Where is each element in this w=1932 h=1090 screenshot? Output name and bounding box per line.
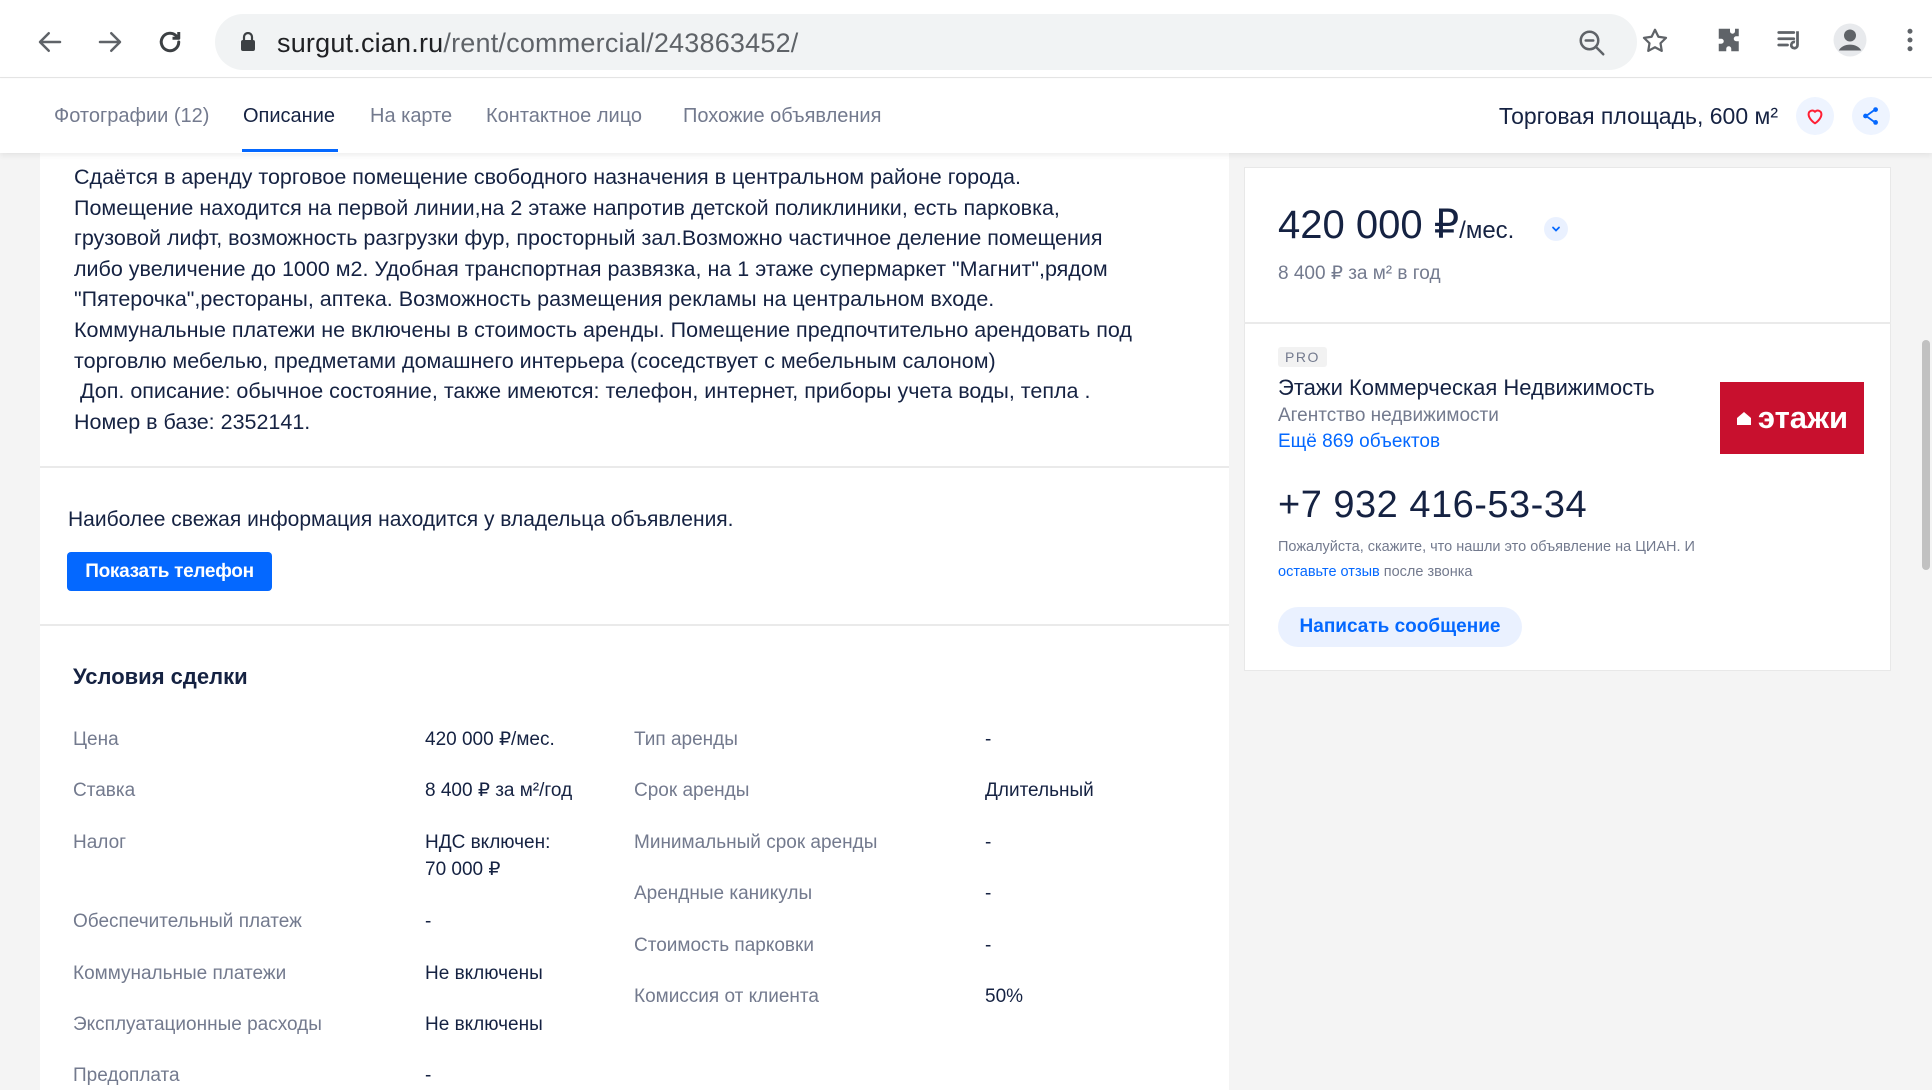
term-value: Не включены <box>425 963 543 984</box>
tab-photos[interactable]: Фотографии (12) <box>54 105 209 128</box>
agency-name[interactable]: Этажи Коммерческая Недвижимость <box>1278 375 1655 401</box>
phone-note: Пожалуйста, скажите, что нашли это объяв… <box>1278 539 1695 580</box>
more-icon[interactable] <box>1890 20 1930 60</box>
price-per-meter: 8 400 ₽ за м² в год <box>1278 263 1441 284</box>
term-label: Налог <box>73 832 127 853</box>
tab-similar[interactable]: Похожие объявления <box>683 105 881 128</box>
zoom-icon[interactable] <box>1577 28 1607 58</box>
term-value: 8 400 ₽ за м²/год <box>425 780 573 801</box>
owner-note: Наиболее свежая информация находится у в… <box>68 508 734 531</box>
section-tabs: Фотографии (12) Описание На карте Контак… <box>0 79 1932 153</box>
term-label: Обеспечительный платеж <box>73 911 302 932</box>
term-label: Стоимость парковки <box>634 935 814 956</box>
term-label: Коммунальные платежи <box>73 963 287 984</box>
chevron-down-icon[interactable] <box>1544 217 1568 241</box>
house-icon <box>1736 412 1751 425</box>
browser-toolbar: surgut.cian.ru/rent/commercial/243863452… <box>0 0 1932 78</box>
term-value: - <box>985 729 992 750</box>
url-text: surgut.cian.ru/rent/commercial/243863452… <box>277 28 799 58</box>
term-value: - <box>985 935 992 956</box>
show-phone-button[interactable]: Показать телефон <box>67 552 272 591</box>
share-icon[interactable] <box>1852 97 1890 135</box>
pro-badge: PRO <box>1278 347 1327 367</box>
divider <box>40 624 1229 626</box>
term-value: - <box>985 832 992 853</box>
write-message-button[interactable]: Написать сообщение <box>1278 607 1522 647</box>
phone-number[interactable]: +7 932 416-53-34 <box>1278 484 1587 527</box>
term-value: - <box>425 911 432 932</box>
term-value: - <box>425 1065 432 1086</box>
tab-map[interactable]: На карте <box>370 105 452 128</box>
agency-type: Агентство недвижимости <box>1278 405 1499 426</box>
term-label: Цена <box>73 729 119 750</box>
forward-arrow-icon[interactable] <box>90 22 130 62</box>
term-label: Комиссия от клиента <box>634 986 819 1007</box>
review-link[interactable]: оставьте отзыв <box>1278 564 1380 580</box>
term-label: Арендные каникулы <box>634 883 813 904</box>
tab-description[interactable]: Описание <box>243 105 335 128</box>
scrollbar[interactable] <box>1922 340 1930 570</box>
agency-logo[interactable]: этажи <box>1720 382 1864 454</box>
back-arrow-icon[interactable] <box>30 22 70 62</box>
address-bar[interactable]: surgut.cian.ru/rent/commercial/243863452… <box>215 14 1637 70</box>
card-divider <box>1244 322 1891 324</box>
term-label: Ставка <box>73 780 136 801</box>
term-value: Не включены <box>425 1014 543 1035</box>
tab-contact[interactable]: Контактное лицо <box>486 105 642 128</box>
listing-title: Торговая площадь, 600 м² <box>1498 103 1778 129</box>
media-icon[interactable] <box>1770 20 1810 60</box>
star-icon[interactable] <box>1640 26 1670 56</box>
profile-icon[interactable] <box>1830 20 1870 60</box>
divider <box>40 466 1229 468</box>
deal-terms-title: Условия сделки <box>73 664 248 689</box>
term-label: Минимальный срок аренды <box>634 832 878 853</box>
lock-icon[interactable] <box>239 32 257 52</box>
term-value: Длительный <box>985 780 1094 801</box>
extension-icon[interactable] <box>1710 20 1750 60</box>
term-label: Предоплата <box>73 1065 180 1086</box>
heart-icon[interactable] <box>1796 97 1834 135</box>
term-label: Эксплуатационные расходы <box>73 1014 322 1035</box>
term-label: Тип аренды <box>634 729 738 750</box>
description-text: Сдаётся в аренду торговое помещение своб… <box>74 165 1132 434</box>
agency-more-link[interactable]: Ещё 869 объектов <box>1278 431 1440 453</box>
reload-icon[interactable] <box>150 22 190 62</box>
term-label: Срок аренды <box>634 780 750 801</box>
active-tab-indicator <box>242 149 338 152</box>
price: 420 000 ₽/мес. <box>1278 203 1515 247</box>
term-value: - <box>985 883 992 904</box>
term-value: НДС включен: 70 000 ₽ <box>425 832 551 880</box>
term-value: 420 000 ₽/мес. <box>425 729 555 750</box>
term-value: 50% <box>985 986 1024 1007</box>
